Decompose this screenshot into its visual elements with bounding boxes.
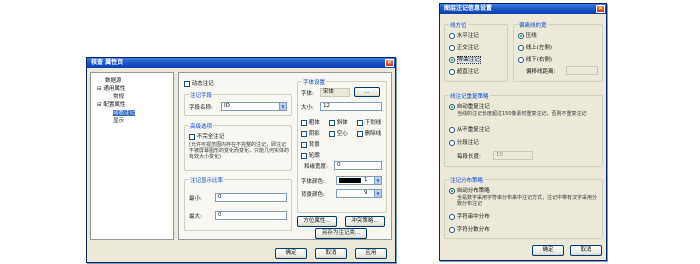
tree-item-datasource[interactable]: 数据源 [105, 76, 122, 84]
font-settings-group: 字体设置 字体: 宋体 ... 大小: 12 粗体 斜体 下划线 阴影 空心 删… [297, 78, 387, 213]
bg-color-select[interactable]: 9 ▼ [336, 189, 382, 198]
straight-label-radio[interactable]: 超直注记 [449, 67, 479, 75]
font-size-label: 大小: [301, 105, 314, 111]
advanced-options-group: 高级选项 不完全注记 (允许可视范围内存在不完整的注记，即注记不被屏幕图形的变化… [184, 122, 292, 171]
outline-checkbox[interactable]: 轮廓 [301, 151, 320, 159]
strikethrough-checkbox[interactable]: 删除线 [357, 129, 381, 137]
font-settings-legend: 字体设置 [302, 78, 327, 86]
properties-dialog-titlebar[interactable]: 核查 属性页 ✕ [87, 58, 395, 68]
font-name-label: 字体: [301, 91, 314, 97]
auto-repeat-description: 当线的注记长度超过150像素时重复注记，否则不重复注记 [457, 111, 587, 117]
bg-color-label: 背景颜色: [301, 192, 325, 198]
line-repeat-legend: 线注记重复策略 [449, 92, 490, 100]
layer-label-settings-dialog: 图层注记信息设置 ✕ 线方位 水平注记 正交注记 等曲注记 超直注记 偏离线的宽… [439, 3, 607, 261]
curved-label-radio[interactable]: 等曲注记 [449, 55, 481, 64]
underline-checkbox[interactable]: 下划线 [357, 118, 381, 126]
italic-checkbox[interactable]: 斜体 [329, 118, 348, 126]
above-line-radio[interactable]: 线上(左侧) [518, 43, 552, 51]
field-name-select[interactable]: ID ▼ [221, 102, 287, 111]
segment-length-label: 每段长度: [457, 154, 481, 160]
line-direction-legend: 线方位 [449, 21, 468, 29]
font-name-input: 宋体 [320, 88, 350, 97]
segment-label-radio[interactable]: 分段注记 [449, 138, 479, 146]
label-field-legend: 注记字段 [189, 91, 214, 99]
tree-item-config[interactable]: ⊟ 配置属性 [97, 100, 125, 108]
dialog-title: 核查 属性页 [91, 59, 124, 66]
advanced-options-description: (允许可视范围内存在不完整的注记，即注记不被屏幕图形的变化而变化，只能几何实体的… [189, 142, 290, 160]
auto-repeat-radio[interactable]: 自动重复注记 [449, 102, 490, 110]
max-scale-input[interactable]: 0 [215, 211, 287, 220]
field-name-label: 字段名称: [189, 105, 213, 111]
dropdown-arrow-icon[interactable]: ▼ [374, 190, 381, 197]
dropdown-arrow-icon[interactable]: ▼ [374, 177, 381, 184]
collapse-icon[interactable]: ⊟ [97, 102, 102, 108]
dialog-title: 图层注记信息设置 [444, 5, 493, 12]
font-color-label: 字体颜色: [301, 179, 325, 185]
horizontal-label-radio[interactable]: 水平注记 [449, 31, 479, 39]
outline-width-label: 和缘宽度: [304, 164, 328, 170]
line-offset-legend: 偏离线的宽 [518, 21, 548, 29]
below-line-radio[interactable]: 线下(右侧) [518, 55, 552, 63]
save-as-label-class-button[interactable]: 另存为注记类... [315, 228, 367, 239]
tree-item-dynamic-label[interactable]: 动态注记 [113, 108, 136, 116]
display-scale-legend: 注记显示比率 [189, 176, 225, 184]
close-icon[interactable]: ✕ [596, 5, 605, 13]
apply-button[interactable]: 应用 [355, 248, 387, 259]
bold-checkbox[interactable]: 粗体 [301, 118, 320, 126]
advanced-options-legend: 高级选项 [189, 122, 214, 130]
ok-button[interactable]: 确定 [275, 248, 307, 259]
ok-button[interactable]: 确定 [532, 245, 564, 256]
max-scale-label: 最大: [189, 214, 202, 220]
min-scale-input[interactable]: 0 [215, 193, 287, 202]
font-color-select[interactable]: 1 ▼ [336, 176, 382, 185]
dropdown-arrow-icon[interactable]: ▼ [279, 103, 286, 110]
tree-item-normal[interactable]: 常规 [113, 92, 124, 100]
label-field-group: 注记字段 字段名称: ID ▼ [184, 91, 292, 116]
cancel-button[interactable]: 取消 [570, 245, 602, 256]
close-icon[interactable]: ✕ [385, 59, 394, 67]
position-properties-button[interactable]: 方位属性... [297, 216, 337, 227]
font-size-input[interactable]: 12 [320, 102, 382, 111]
line-offset-group: 偏离线的宽 压线 线上(左侧) 线下(右侧) 偏移线距离: [513, 21, 603, 82]
background-checkbox[interactable]: 背景 [301, 140, 320, 148]
collapse-icon[interactable]: ⊟ [97, 86, 102, 92]
auto-distribution-radio[interactable]: 自动分布策略 [449, 186, 490, 194]
outline-width-input[interactable]: 0 [334, 161, 382, 170]
incomplete-label-checkbox[interactable]: 不完全注记 [189, 132, 224, 140]
on-line-radio[interactable]: 压线 [518, 31, 537, 39]
content-pane: 动态注记 注记字段 字段名称: ID ▼ 高级选项 不完全注记 (允许可视范围内… [178, 72, 392, 240]
tree-item-display[interactable]: 显示 [113, 116, 124, 124]
orthogonal-label-radio[interactable]: 正交注记 [449, 43, 479, 51]
dynamic-label-checkbox[interactable]: 动态注记 [184, 79, 214, 87]
label-distribution-group: 注记分布策略 自动分布策略 全是数字采用字符串分布来中注记方式，注记中带有汉字采… [444, 176, 603, 239]
cancel-button[interactable]: 取消 [315, 248, 347, 259]
shadow-checkbox[interactable]: 阴影 [301, 129, 320, 137]
min-scale-label: 最小: [189, 196, 202, 202]
tree-item-general[interactable]: ⊟ 通用属性 [97, 84, 125, 92]
hollow-checkbox[interactable]: 空心 [329, 129, 348, 137]
offset-distance-label: 偏移线距离: [526, 69, 556, 75]
display-scale-group: 注记显示比率 最小: 0 最大: 0 [184, 176, 292, 231]
tree-pane: 数据源 ⊟ 通用属性 常规 ⊟ 配置属性 动态注记 显示 [90, 72, 174, 240]
label-distribution-legend: 注记分布策略 [449, 176, 485, 184]
properties-dialog: 核查 属性页 ✕ 数据源 ⊟ 通用属性 常规 ⊟ 配置属性 动态注记 显示 动态… [86, 57, 396, 263]
offset-distance-input [566, 66, 598, 75]
layer-label-dialog-titlebar[interactable]: 图层注记信息设置 ✕ [440, 4, 606, 14]
string-distribution-radio[interactable]: 字符串中分布 [449, 212, 490, 220]
line-direction-group: 线方位 水平注记 正交注记 等曲注记 超直注记 [444, 21, 508, 82]
font-browse-button[interactable]: ... [354, 87, 380, 97]
font-color-swatch [339, 178, 361, 183]
line-repeat-group: 线注记重复策略 自动重复注记 当线的注记长度超过150像素时重复注记，否则不重复… [444, 92, 603, 167]
auto-distribution-description: 全是数字采用字符串分布来中注记方式，注记中带有汉字采用分数分布注记 [457, 195, 598, 207]
never-repeat-radio[interactable]: 从不重复注记 [449, 125, 490, 133]
segment-length-input: 10 [493, 151, 533, 160]
conflict-policy-button[interactable]: 冲突策略... [345, 216, 385, 227]
char-distribution-radio[interactable]: 字符分数分布 [449, 225, 490, 233]
